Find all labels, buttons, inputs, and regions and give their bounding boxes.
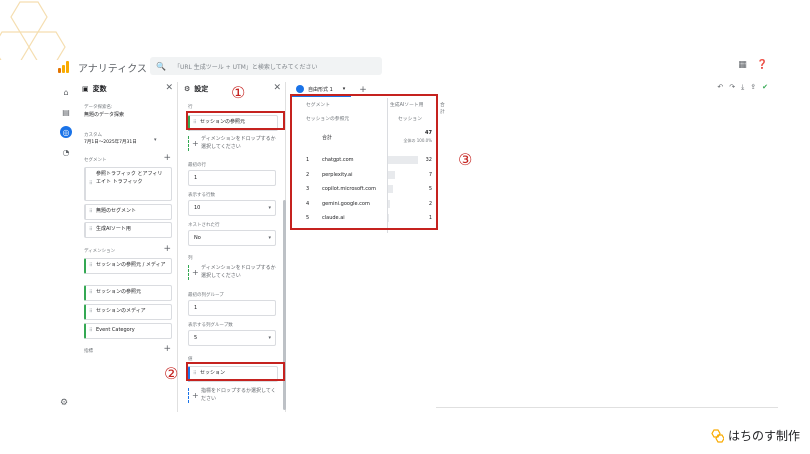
- columns-label: 列: [188, 256, 193, 261]
- show-col-groups-label: 表示する列グループ数: [188, 323, 233, 328]
- highlight-row-dimension: [186, 111, 285, 130]
- freeform-icon: [296, 85, 304, 93]
- redo-icon[interactable]: ↷: [729, 83, 735, 92]
- app-title: アナリティクス: [78, 63, 147, 75]
- add-metric-icon[interactable]: +: [163, 344, 171, 354]
- segments-label: セグメント: [84, 158, 107, 163]
- settings-gear-icon: ⚙: [184, 85, 191, 93]
- plus-icon: +: [192, 268, 199, 277]
- drop-column-target[interactable]: + ディメンションをドロップするか選択してください: [188, 265, 276, 280]
- search-icon: 🔍: [156, 61, 166, 71]
- exploration-name[interactable]: 無題のデータ探索: [84, 111, 124, 118]
- drag-handle-icon[interactable]: ⠿: [89, 180, 93, 188]
- brand-signature: はちのす制作: [710, 427, 800, 444]
- nested-rows-select[interactable]: No ▾: [188, 230, 276, 246]
- annotation-1: ①: [231, 83, 246, 102]
- drag-handle-icon[interactable]: ⠿: [89, 327, 93, 335]
- home-icon[interactable]: ⌂: [60, 86, 72, 98]
- chevron-down-icon: ▾: [268, 235, 271, 241]
- chevron-down-icon: ▾: [268, 335, 271, 341]
- close-icon[interactable]: ✕: [165, 83, 173, 93]
- advertising-icon[interactable]: ◔: [60, 146, 72, 158]
- download-icon[interactable]: ⤓: [741, 83, 744, 92]
- top-bar: アナリティクス 🔍 「URL 生成ツール + UTM」と検索してみてください ▦…: [58, 56, 778, 78]
- canvas-area: [436, 98, 778, 408]
- start-row-input[interactable]: 1: [188, 170, 276, 186]
- plus-icon: +: [192, 391, 199, 400]
- hexagon-logo-icon: [711, 428, 724, 443]
- segment-chip[interactable]: ⠿ 参照トラフィック とアフィリエイト トラフィック: [84, 167, 172, 201]
- share-icon[interactable]: ⇪: [750, 83, 756, 92]
- variables-icon: ▣: [82, 85, 89, 93]
- drag-handle-icon[interactable]: ⠿: [89, 262, 93, 270]
- start-col-group-label: 最初の列グループ: [188, 293, 224, 298]
- dimension-chip[interactable]: ⠿ セッションのメディア: [84, 304, 172, 320]
- add-segment-icon[interactable]: +: [163, 153, 171, 163]
- segment-chip[interactable]: ⠿ 無題のセグメント: [84, 204, 172, 220]
- chevron-down-icon[interactable]: ▾: [343, 86, 346, 92]
- explore-icon[interactable]: ◎: [60, 126, 72, 138]
- start-col-group-input[interactable]: 1: [188, 300, 276, 316]
- annotation-2: ②: [164, 364, 179, 383]
- variables-title: 変数: [92, 85, 107, 93]
- exploration-name-label: データ探索名:: [84, 105, 113, 110]
- dimensions-label: ディメンション: [84, 249, 116, 254]
- drop-metric-target[interactable]: + 指標をドロップするか選択してください: [188, 388, 276, 403]
- dimension-chip[interactable]: ⠿ セッションの参照元 / メディア: [84, 258, 172, 274]
- date-label: カスタム: [84, 133, 102, 138]
- show-col-groups-select[interactable]: 5 ▾: [188, 330, 276, 346]
- admin-gear-icon[interactable]: ⚙: [60, 398, 68, 408]
- highlight-report-table: [290, 94, 438, 230]
- hexagon-decoration: [0, 1, 66, 60]
- drop-dimension-target[interactable]: + ディメンションをドロップするか選択してください: [188, 136, 276, 151]
- show-rows-label: 表示する行数: [188, 193, 215, 198]
- search-placeholder: 「URL 生成ツール + UTM」と検索してみてください: [173, 63, 318, 71]
- brand-name: はちのす制作: [727, 429, 800, 443]
- analytics-logo-icon: [58, 61, 72, 73]
- highlight-value-metric: [186, 362, 285, 381]
- annotation-3: ③: [458, 150, 473, 169]
- close-icon[interactable]: ✕: [273, 83, 281, 93]
- start-row-label: 最初の行: [188, 163, 206, 168]
- chevron-down-icon: ▾: [268, 205, 271, 211]
- drag-handle-icon[interactable]: ⠿: [89, 226, 93, 234]
- help-icon[interactable]: ❓: [757, 60, 768, 70]
- rows-label: 行: [188, 105, 193, 110]
- total-column-header: 合計: [440, 103, 445, 115]
- undo-icon[interactable]: ↶: [717, 83, 723, 92]
- search-input[interactable]: 🔍 「URL 生成ツール + UTM」と検索してみてください: [150, 57, 382, 75]
- show-rows-select[interactable]: 10 ▾: [188, 200, 276, 216]
- segment-chip[interactable]: ⠿ 生成AIソート用: [84, 222, 172, 238]
- plus-icon: +: [192, 139, 199, 148]
- drag-handle-icon[interactable]: ⠿: [89, 208, 93, 216]
- date-range[interactable]: 7月1日～2025年7月31日: [84, 139, 137, 145]
- dimension-chip[interactable]: ⠿ Event Category: [84, 323, 172, 339]
- variables-header: ▣ 変数 ✕: [78, 82, 177, 96]
- add-dimension-icon[interactable]: +: [163, 244, 171, 254]
- settings-title: 設定: [194, 85, 209, 93]
- left-nav: ⌂ ▤ ◎ ◔: [58, 82, 74, 412]
- apps-grid-icon[interactable]: ▦: [738, 60, 747, 70]
- check-icon[interactable]: ✔: [762, 83, 768, 92]
- nested-rows-label: ネストされた行: [188, 223, 220, 228]
- reports-icon[interactable]: ▤: [60, 106, 72, 118]
- date-dropdown-icon[interactable]: ▾: [154, 137, 157, 143]
- dimension-chip[interactable]: ⠿ セッションの参照元: [84, 285, 172, 301]
- drag-handle-icon[interactable]: ⠿: [89, 308, 93, 316]
- variables-panel: ▣ 変数 ✕ データ探索名: 無題のデータ探索 カスタム 7月1日～2025年7…: [78, 82, 178, 412]
- drag-handle-icon[interactable]: ⠿: [89, 289, 93, 297]
- metrics-label: 指標: [84, 349, 93, 354]
